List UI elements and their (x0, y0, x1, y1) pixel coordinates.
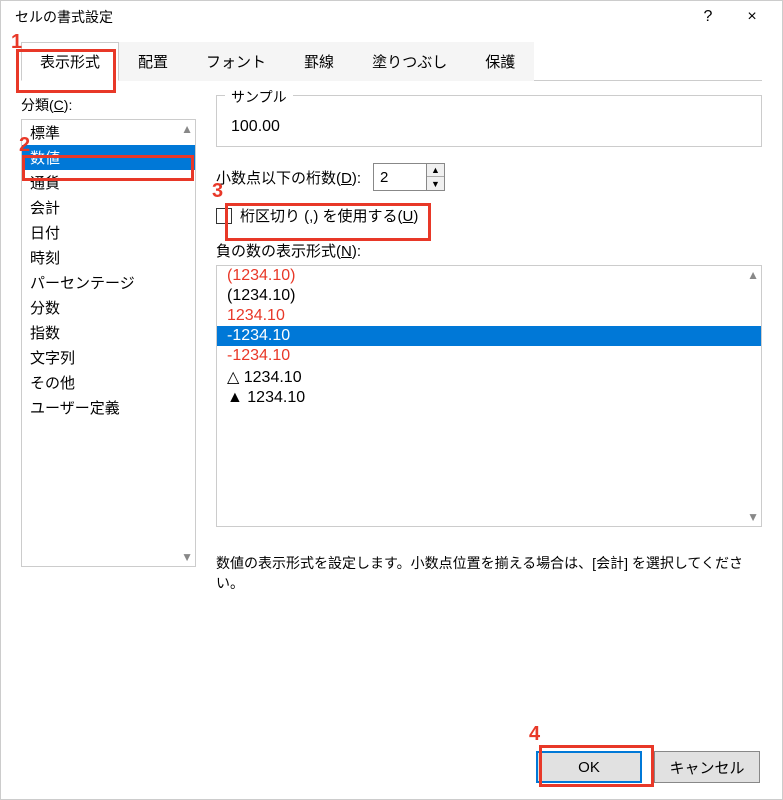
spinner-down-icon[interactable]: ▼ (427, 177, 444, 190)
ok-button[interactable]: OK (536, 751, 642, 783)
dialog-body: 表示形式 配置 フォント 罫線 塗りつぶし 保護 分類(C): ▲ 標準 数値 … (1, 33, 782, 607)
tab-alignment[interactable]: 配置 (119, 42, 187, 81)
category-item-percentage[interactable]: パーセンテージ (22, 270, 195, 295)
category-label: 分類(C): (21, 95, 196, 115)
neg-item[interactable]: -1234.10 (217, 326, 761, 346)
tab-font[interactable]: フォント (187, 42, 285, 81)
tab-border[interactable]: 罫線 (285, 42, 353, 81)
neg-scroll-up-icon[interactable]: ▲ (747, 268, 759, 282)
neg-scroll-down-icon[interactable]: ▼ (747, 510, 759, 524)
decimal-places-input[interactable] (374, 164, 426, 190)
category-item-scientific[interactable]: 指数 (22, 320, 195, 345)
neg-item[interactable]: 1234.10 (217, 306, 761, 326)
scroll-down-icon[interactable]: ▼ (181, 550, 193, 564)
neg-item[interactable]: (1234.10) (217, 266, 761, 286)
tab-protection[interactable]: 保護 (466, 42, 534, 81)
thousands-checkbox[interactable] (216, 208, 232, 224)
neg-item[interactable]: -1234.10 (217, 346, 761, 366)
neg-item[interactable]: ▲ 1234.10 (217, 388, 761, 408)
sample-label: サンプル (225, 87, 293, 107)
spinner-up-icon[interactable]: ▲ (427, 164, 444, 177)
category-item-special[interactable]: その他 (22, 370, 195, 395)
decimal-places-label: 小数点以下の桁数(D): (216, 167, 361, 188)
format-cells-dialog: セルの書式設定 ? × 表示形式 配置 フォント 罫線 塗りつぶし 保護 分類(… (0, 0, 783, 800)
scroll-up-icon[interactable]: ▲ (181, 122, 193, 136)
thousands-label: 桁区切り (,) を使用する(U) (240, 205, 418, 226)
category-item-currency[interactable]: 通貨 (22, 170, 195, 195)
category-item-text[interactable]: 文字列 (22, 345, 195, 370)
neg-item[interactable]: △ 1234.10 (217, 366, 761, 388)
help-button[interactable]: ? (686, 2, 730, 32)
thousands-separator-row[interactable]: 桁区切り (,) を使用する(U) (216, 205, 762, 226)
category-item-standard[interactable]: 標準 (22, 120, 195, 145)
category-item-custom[interactable]: ユーザー定義 (22, 395, 195, 420)
description-text: 数値の表示形式を設定します。小数点位置を揃える場合は、[会計] を選択してくださ… (216, 553, 762, 593)
category-listbox[interactable]: ▲ 標準 数値 通貨 会計 日付 時刻 パーセンテージ 分数 指数 文字列 その… (21, 119, 196, 567)
cancel-button[interactable]: キャンセル (654, 751, 760, 783)
category-item-accounting[interactable]: 会計 (22, 195, 195, 220)
category-item-date[interactable]: 日付 (22, 220, 195, 245)
category-item-time[interactable]: 時刻 (22, 245, 195, 270)
category-item-number[interactable]: 数値 (22, 145, 195, 170)
category-item-fraction[interactable]: 分数 (22, 295, 195, 320)
negative-format-label: 負の数の表示形式(N): (216, 240, 762, 261)
decimal-places-spinner[interactable]: ▲ ▼ (373, 163, 445, 191)
dialog-title: セルの書式設定 (15, 7, 686, 27)
close-button[interactable]: × (730, 2, 774, 32)
titlebar: セルの書式設定 ? × (1, 1, 782, 33)
tab-fill[interactable]: 塗りつぶし (353, 42, 466, 81)
tab-bar: 表示形式 配置 フォント 罫線 塗りつぶし 保護 (21, 41, 762, 81)
sample-box: サンプル 100.00 (216, 95, 762, 147)
annotation-4: 4 (529, 723, 540, 746)
sample-value: 100.00 (217, 116, 761, 136)
dialog-footer: OK キャンセル (536, 751, 760, 783)
decimal-places-row: 小数点以下の桁数(D): ▲ ▼ (216, 163, 762, 191)
negative-format-listbox[interactable]: ▲ (1234.10) (1234.10) 1234.10 -1234.10 -… (216, 265, 762, 527)
tab-display-format[interactable]: 表示形式 (21, 42, 119, 81)
neg-item[interactable]: (1234.10) (217, 286, 761, 306)
